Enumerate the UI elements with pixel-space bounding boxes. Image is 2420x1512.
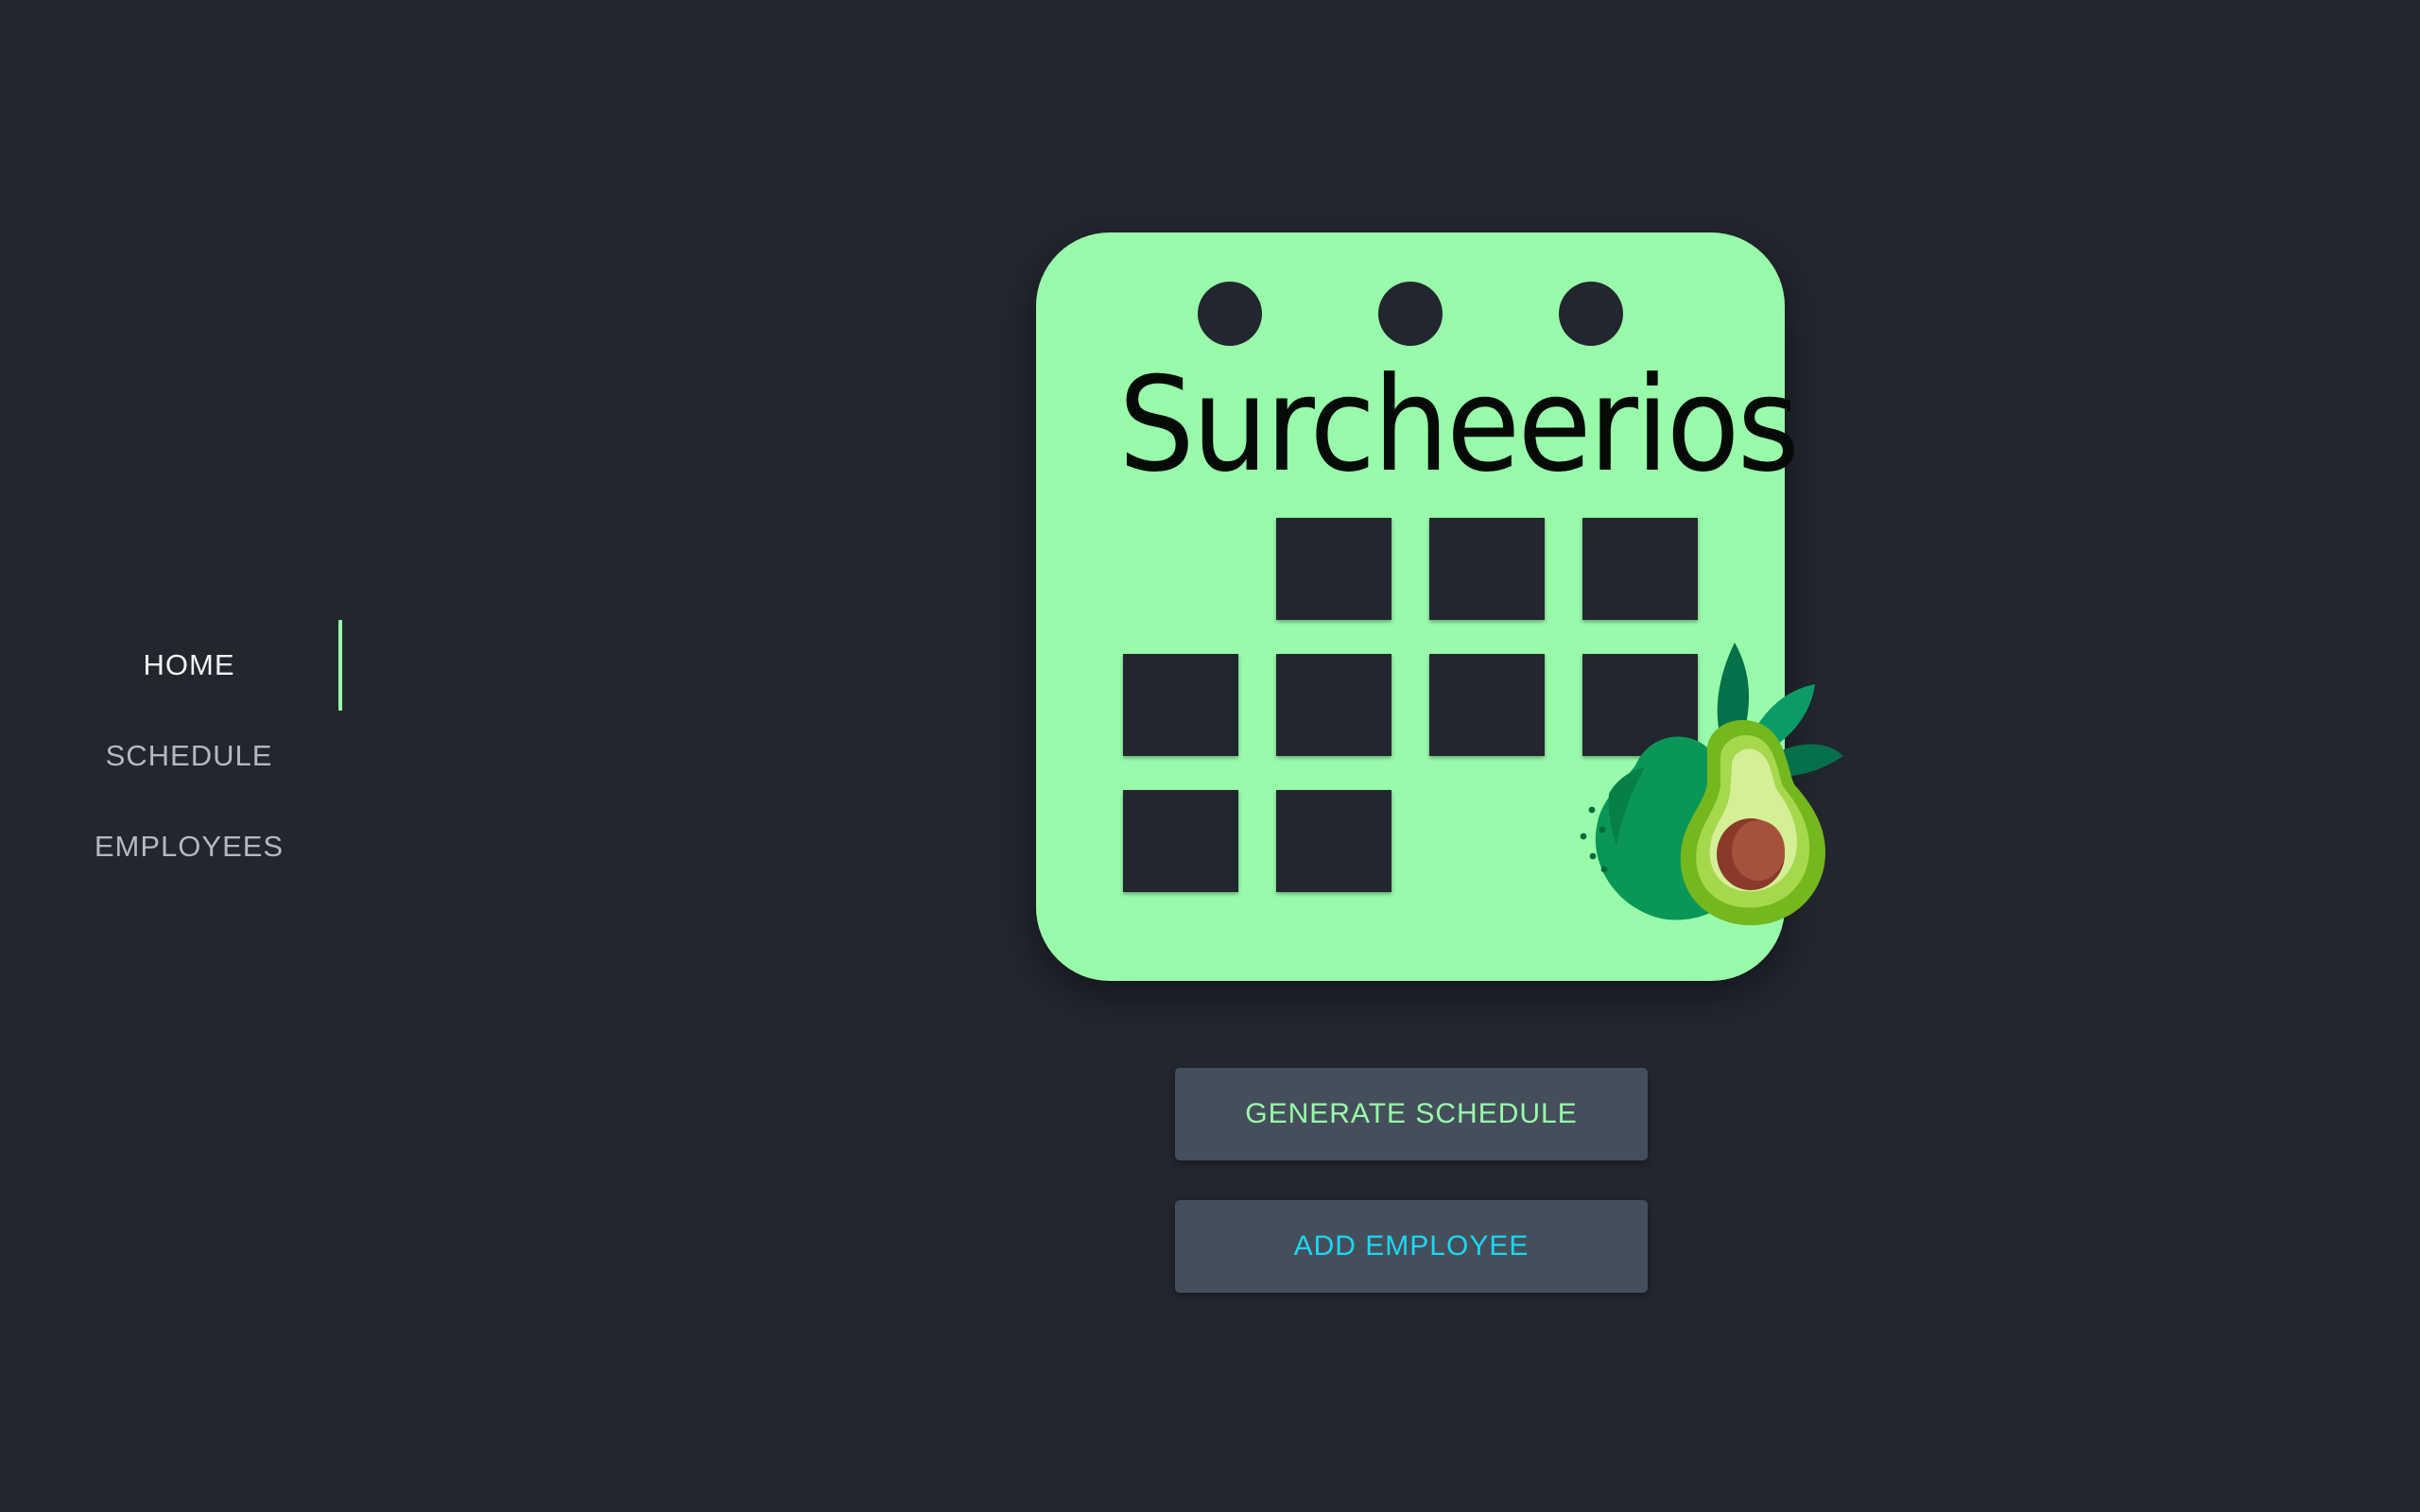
sidebar-item-home[interactable]: HOME: [38, 620, 342, 711]
sidebar: HOME SCHEDULE EMPLOYEES: [0, 0, 378, 1512]
hero-logo: Surcheerios: [1030, 227, 1881, 1040]
sidebar-item-employees[interactable]: EMPLOYEES: [38, 801, 340, 892]
sidebar-item-label: EMPLOYEES: [94, 830, 285, 863]
sidebar-item-label: HOME: [143, 648, 235, 681]
generate-schedule-button[interactable]: GENERATE SCHEDULE: [1175, 1068, 1648, 1160]
add-employee-button[interactable]: ADD EMPLOYEE: [1175, 1200, 1648, 1293]
sidebar-item-label: SCHEDULE: [105, 739, 273, 772]
active-indicator: [338, 620, 342, 711]
app-root: HOME SCHEDULE EMPLOYEES Surcheerios GENE…: [0, 0, 2420, 1512]
logo-title: Surcheerios: [1118, 349, 1800, 501]
sidebar-item-schedule[interactable]: SCHEDULE: [38, 711, 340, 801]
sidebar-nav: HOME SCHEDULE EMPLOYEES: [38, 620, 342, 892]
